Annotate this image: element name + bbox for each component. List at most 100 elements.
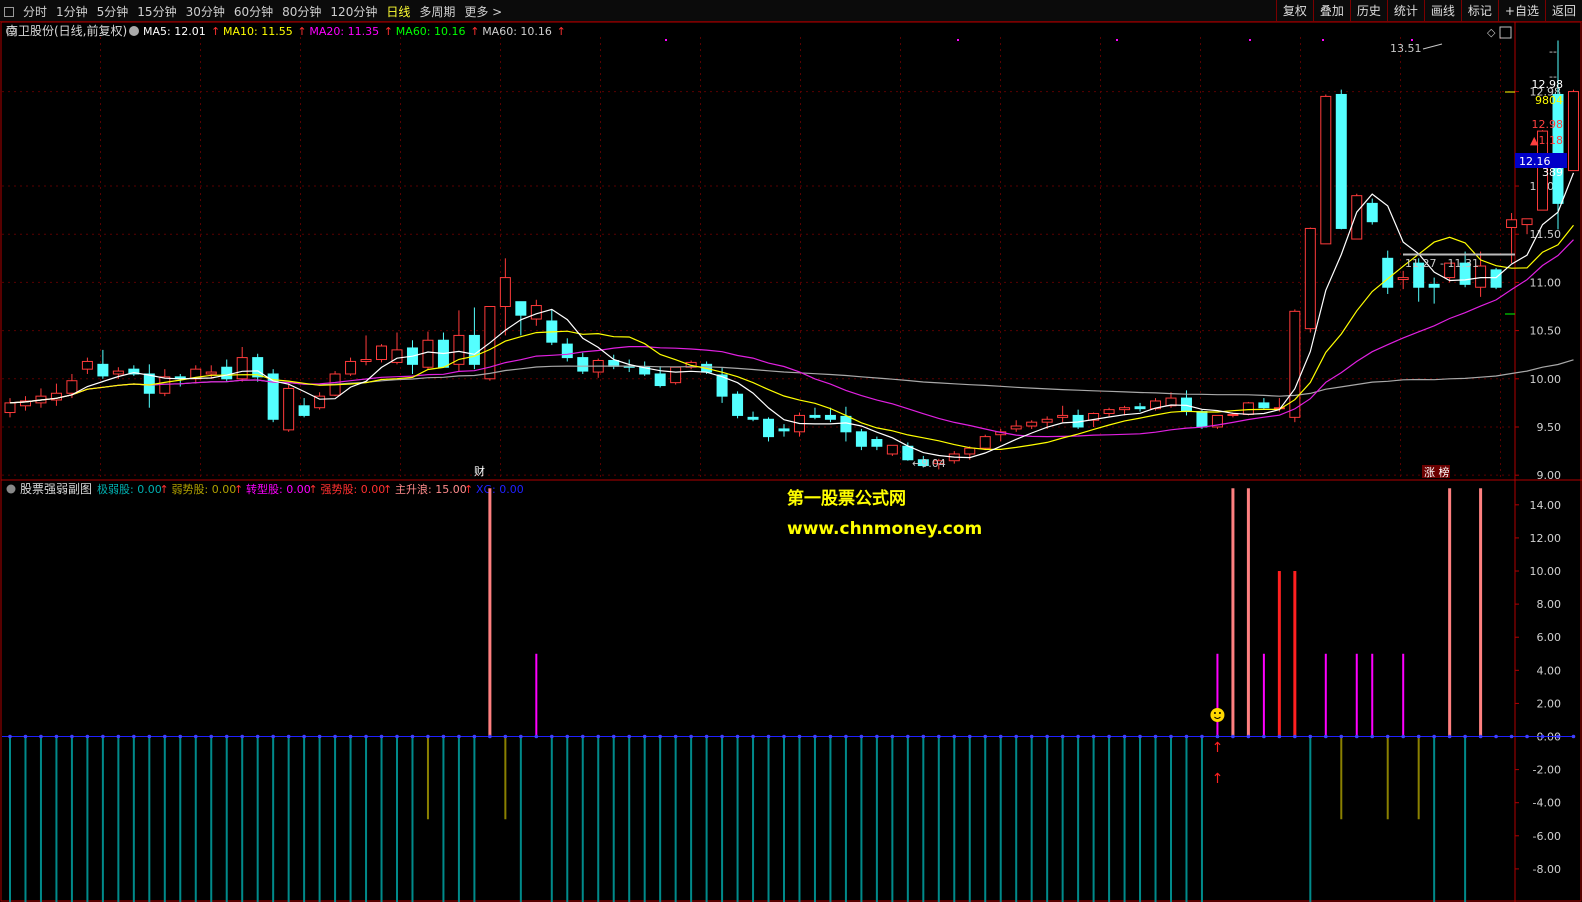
watermark-url: www.chnmoney.com [787,519,983,539]
indicator-bar [24,736,27,902]
indicator-bar [272,736,275,902]
ind-tick-label: -2.00 [1533,764,1561,777]
ind-legend-0: 极弱股: 0.00 [97,482,162,496]
ma-legend-arrow: ↑ [384,25,393,38]
action-button-7[interactable]: 返回 [1544,0,1582,22]
xg-dot [240,734,244,739]
ma-legend-arrow: ↑ [557,25,566,38]
xg-dot [704,734,709,739]
indicator-bar [937,736,940,902]
xg-dot [735,734,740,739]
indicator-bar [1092,736,1095,902]
xg-dot [859,734,864,739]
indicator-bar [1340,736,1343,820]
indicator-bar [1046,736,1049,902]
period-tab-9[interactable]: 多周期 [419,3,455,20]
xg-dot [85,734,90,739]
indicator-bar [318,736,321,902]
period-tab-5[interactable]: 60分钟 [234,3,273,20]
kline-chart[interactable]: 12.98 12.00 11.50 11.00 10.50 10.00 9.50 9.00 南卫… [0,22,1582,902]
period-tab-6[interactable]: 80分钟 [282,3,321,20]
candle-body [1490,269,1502,288]
indicator-bar [1355,653,1358,737]
diamond-icon: ◇ [1487,26,1496,39]
xg-dot [1339,734,1344,739]
candle-body [1320,95,1332,245]
xg-dot [766,734,771,739]
window-square-icon[interactable] [4,6,14,17]
indicator-title: 股票强弱副图 [20,482,92,496]
xg-dot [1556,734,1560,739]
indicator-bar [411,736,414,902]
indicator-bar [179,736,182,902]
xg-dot [890,734,895,739]
watermark-title: 第一股票公式网 [787,489,906,509]
candle-body [298,405,310,416]
ma-legend-2: MA20: 11.35 [309,25,379,38]
period-tab-1[interactable]: 1分钟 [56,3,88,20]
xg-dot [952,734,957,739]
period-tab-4[interactable]: 30分钟 [186,3,225,20]
period-tab-3[interactable]: 15分钟 [137,3,176,20]
ma-legend-0: MA5: 12.01 [143,25,206,38]
ind-legend-1: 弱势股: 0.00 [172,483,237,496]
action-button-0[interactable]: 复权 [1275,0,1313,22]
xg-dot [271,734,275,739]
right-volume: 9804 [1535,94,1563,107]
indicator-bar [488,488,492,737]
indicator-bar [287,736,290,902]
xg-dot [1262,734,1266,739]
xg-dot [596,734,601,739]
xg-dot [967,734,972,739]
period-tab-2[interactable]: 5分钟 [97,3,129,20]
ind-tick-label: -4.00 [1533,797,1561,810]
candle-body [747,416,759,420]
price-tick-label: 9.50 [1537,421,1562,434]
indicator-bar [829,736,832,902]
candle-body [1335,93,1347,229]
candle-body [608,359,620,367]
indicator-bar [922,736,925,902]
indicator-bar [813,736,816,902]
period-tabs: 分时 1分钟 5分钟 15分钟 30分钟 60分钟 80分钟 120分钟 日线 多周期 更多 > [4,3,502,20]
candle-body [670,366,682,384]
event-zt-marker: 涨 榜 [1424,465,1450,479]
period-tab-0[interactable]: 分时 [23,3,47,20]
action-button-4[interactable]: 画线 [1423,0,1461,22]
candle-body [1010,425,1022,430]
xg-dot [658,734,662,739]
candle-body [221,366,233,380]
xg-dot [1509,734,1514,739]
candle-body [1521,218,1533,226]
candle-body [515,301,527,316]
xg-dot [998,734,1003,739]
action-button-1[interactable]: 叠加 [1312,0,1350,22]
action-button-2[interactable]: 历史 [1349,0,1387,22]
period-tab-10[interactable]: 更多 > [464,3,502,20]
action-button-5[interactable]: 标记 [1460,0,1498,22]
indicator-bar [1061,736,1064,902]
action-button-6[interactable]: +自选 [1497,0,1545,22]
candle-body [1304,227,1316,330]
period-tab-8[interactable]: 日线 [386,3,410,20]
period-tab-7[interactable]: 120分钟 [330,3,377,20]
candle-body [1506,219,1518,228]
xg-dot [1571,734,1576,739]
indicator-bar [86,736,89,902]
candle-body [1351,195,1363,240]
top-marker [1411,39,1413,41]
xg-dot [1494,734,1498,739]
indicator-bar [1185,736,1188,902]
indicator-bar [798,736,801,902]
action-button-3[interactable]: 统计 [1386,0,1424,22]
low-label: ←9.04 [912,457,946,470]
candle-body [1119,407,1131,411]
indicator-bar [334,736,337,902]
price-tick-label: 9.00 [1537,469,1562,482]
indicator-bar [968,736,971,902]
indicator-bar [1433,736,1436,902]
indicator-bar [163,736,166,902]
xg-dot [1200,734,1204,739]
panel-square-icon [1499,26,1512,39]
indicator-bar [365,736,368,902]
